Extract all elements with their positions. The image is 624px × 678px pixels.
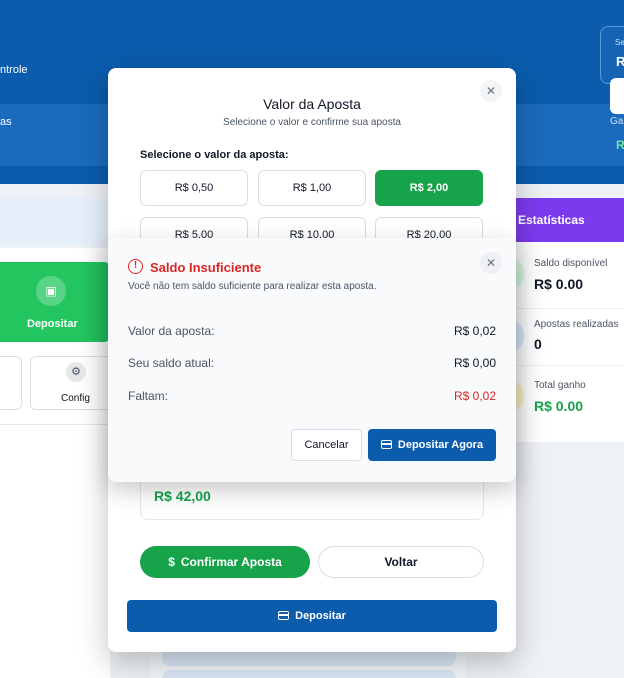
header-nav-label[interactable]: ntrole (0, 64, 28, 76)
dollar-icon: $ (168, 555, 175, 569)
insufficient-balance-dialog: ✕ ! Saldo Insuficiente Você não tem sald… (108, 238, 516, 482)
current-balance-label: Seu saldo atual: (128, 356, 215, 370)
amount-option[interactable]: R$ 1,00 (258, 170, 366, 206)
card-icon (278, 611, 290, 620)
confirm-bet-button[interactable]: $ Confirmar Aposta (140, 546, 310, 578)
stat-label: Apostas realizadas (534, 319, 619, 330)
divider (0, 424, 110, 425)
bet-amount-label: Valor da aposta: (128, 324, 215, 338)
divider (516, 365, 624, 366)
missing-amount-value: R$ 0,02 (453, 389, 496, 403)
amount-option-selected[interactable]: R$ 2,00 (375, 170, 483, 206)
alert-message: Você não tem saldo suficiente para reali… (128, 281, 377, 292)
deposit-now-label: Depositar Agora (397, 439, 484, 451)
header-action-button[interactable] (610, 78, 624, 114)
gains-label: Ga (610, 116, 624, 127)
stat-value: R$ 0.00 (534, 398, 584, 414)
alert-icon: ! (128, 259, 143, 274)
stat-label: Total ganho (534, 380, 586, 391)
wallet-icon: ▣ (36, 276, 66, 306)
modal-subtitle: Selecione o valor e confirme sua aposta (223, 117, 401, 128)
gains-value: R (616, 138, 624, 152)
close-icon[interactable]: ✕ (480, 252, 502, 274)
stats-title: Estatísticas (518, 213, 585, 227)
stat-label: Saldo disponível (534, 258, 608, 269)
amount-option[interactable]: R$ 0,50 (140, 170, 248, 206)
bet-amount-value: R$ 0,02 (453, 324, 496, 338)
stat-value: R$ 0.00 (534, 276, 584, 292)
gear-icon: ⚙ (66, 362, 86, 382)
card-icon (380, 440, 392, 449)
missing-amount-label: Faltam: (128, 389, 169, 403)
divider (516, 308, 624, 309)
list-item (162, 670, 456, 678)
header-nav-label-2[interactable]: as (0, 116, 12, 128)
current-balance-value: R$ 0,00 (453, 356, 496, 370)
balance-panel-value: R (616, 54, 624, 69)
confirm-bet-label: Confirmar Aposta (180, 555, 282, 569)
sidebar-card[interactable] (0, 356, 22, 410)
total-value: R$ 42,00 (154, 488, 211, 504)
cancel-button[interactable]: Cancelar (291, 429, 362, 461)
back-button[interactable]: Voltar (318, 546, 484, 578)
modal-title: Valor da Aposta (263, 96, 361, 112)
deposit-now-button[interactable]: Depositar Agora (368, 429, 496, 461)
deposit-label: Depositar (295, 610, 346, 622)
balance-panel-label: Se (615, 38, 624, 47)
amount-select-label: Selecione o valor da aposta: (140, 149, 289, 161)
alert-title: Saldo Insuficiente (150, 260, 262, 275)
deposit-button[interactable]: Depositar (127, 600, 497, 632)
left-panel-header (0, 198, 108, 246)
sidebar-deposit-label: Depositar (27, 318, 78, 330)
stat-value: 0 (534, 336, 542, 352)
sidebar-config-label: Config (61, 393, 90, 404)
